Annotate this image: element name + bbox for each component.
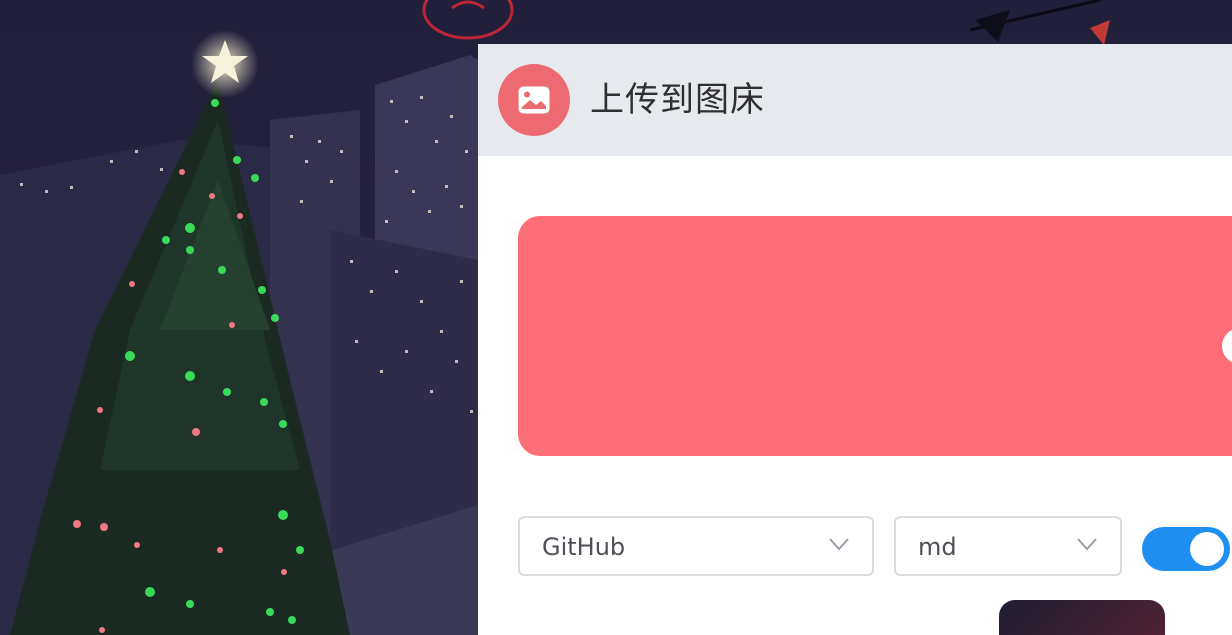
image-icon	[498, 64, 570, 136]
format-select[interactable]: md	[894, 516, 1122, 576]
dropzone-handle	[1222, 328, 1232, 364]
chevron-down-icon	[829, 538, 849, 551]
uploader-select-value: GitHub	[542, 533, 626, 561]
window-header: 上传到图床	[478, 44, 1232, 156]
auto-copy-toggle[interactable]	[1142, 527, 1230, 571]
format-select-value: md	[918, 533, 957, 561]
uploader-select[interactable]: GitHub	[518, 516, 874, 576]
upload-window: 上传到图床 GitHub md	[478, 44, 1232, 635]
app-screen: 上传到图床 GitHub md	[0, 0, 1232, 635]
chevron-down-icon	[1077, 538, 1097, 551]
image-thumbnail[interactable]	[999, 600, 1165, 635]
window-title: 上传到图床	[590, 80, 765, 120]
upload-dropzone[interactable]	[518, 216, 1232, 456]
toggle-knob	[1190, 532, 1224, 566]
